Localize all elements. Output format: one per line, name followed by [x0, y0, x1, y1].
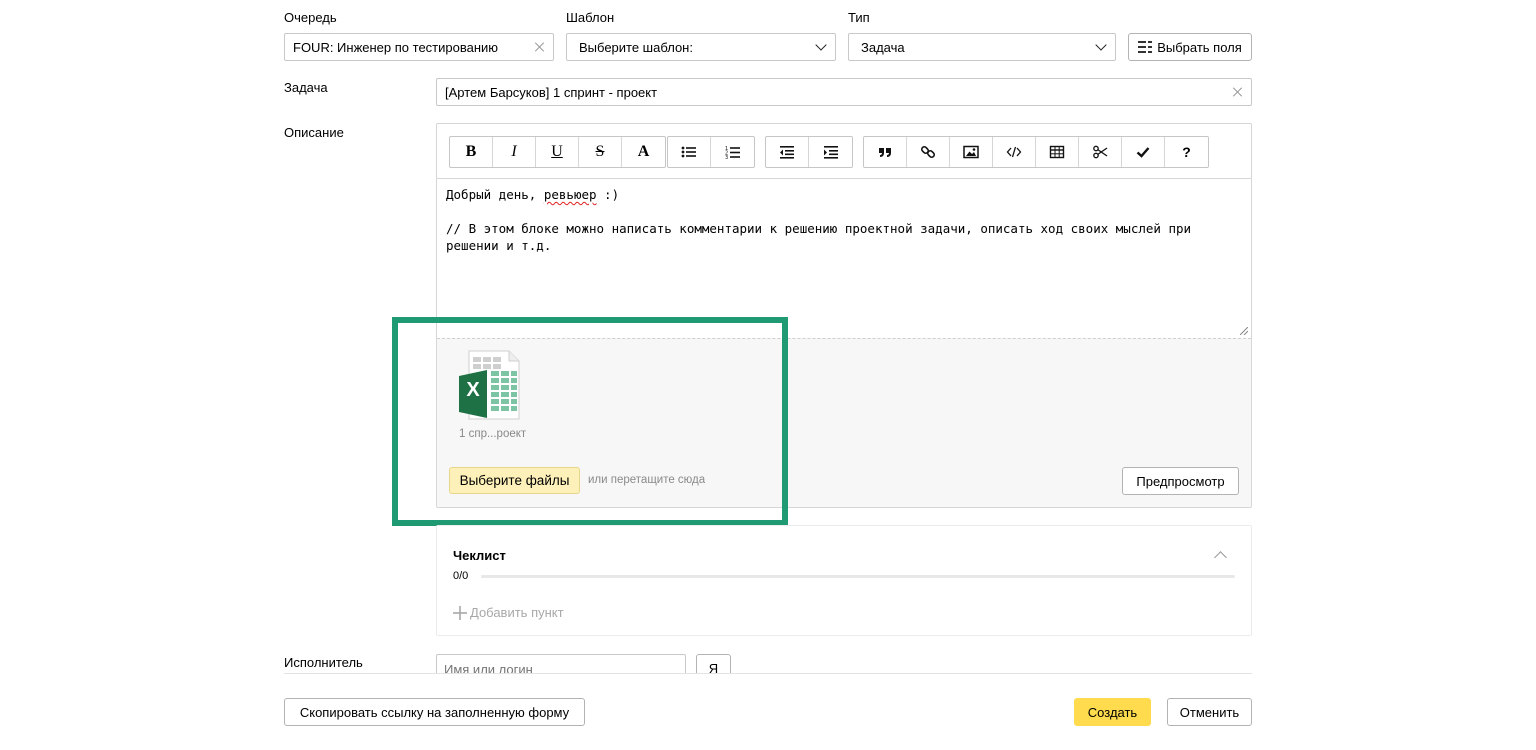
description-textarea[interactable]: Добрый день, ревьюер :) // В этом блоке … [437, 178, 1251, 338]
numbered-list-button[interactable]: 1 2 3 [711, 137, 754, 167]
close-icon[interactable] [1233, 87, 1243, 97]
scissors-icon [1093, 145, 1108, 159]
checklist-progress-bar [481, 575, 1235, 578]
table-button[interactable] [1036, 137, 1079, 167]
attachments-dropzone[interactable]: X 1 спр...роект Выберите файлы или перет… [437, 338, 1251, 507]
bold-button[interactable]: B [450, 137, 493, 167]
chevron-down-icon [1095, 39, 1107, 51]
checklist-panel: Чеклист 0/0 Добавить пункт [436, 525, 1252, 636]
list-numbers-icon: 1 2 3 [725, 146, 740, 160]
bullet-list-button[interactable] [668, 137, 711, 167]
drop-hint: или перетащите сюда [588, 474, 706, 486]
attachment-file-name[interactable]: 1 спр...роект [459, 428, 526, 440]
quote-button[interactable] [864, 137, 907, 167]
table-icon [1049, 145, 1065, 159]
checklist-progress-text: 0/0 [453, 570, 469, 582]
cancel-button[interactable]: Отменить [1167, 698, 1252, 726]
excel-letter: X [466, 379, 480, 401]
check-button[interactable] [1122, 137, 1165, 167]
add-checklist-item-label: Добавить пункт [470, 605, 564, 620]
italic-button[interactable]: I [493, 137, 536, 167]
strikethrough-button[interactable]: S [579, 137, 622, 167]
insert-toolbar-group: ? [863, 136, 1209, 168]
description-line1-start: Добрый день, [446, 187, 544, 202]
choose-fields-label: Выбрать поля [1157, 39, 1242, 55]
task-value: [Артем Барсуков] 1 спринт - проект [445, 84, 658, 100]
indent-toolbar-group [765, 136, 853, 168]
queue-label: Очередь [284, 10, 337, 25]
me-button-clip: Я [696, 654, 731, 674]
description-editor: B I U S A 1 2 3 ? Добрый день, ревьюер:… [436, 123, 1252, 508]
type-value: Задача [861, 39, 905, 55]
outdent-button[interactable] [766, 137, 809, 167]
close-icon[interactable] [535, 42, 545, 52]
svg-text:3: 3 [725, 155, 728, 160]
cut-button[interactable] [1079, 137, 1122, 167]
type-label: Тип [848, 10, 870, 25]
list-toolbar-group: 1 2 3 [667, 136, 755, 168]
template-label: Шаблон [566, 10, 615, 25]
choose-fields-button[interactable]: Выбрать поля [1128, 33, 1252, 61]
image-button[interactable] [950, 137, 993, 167]
help-button[interactable]: ? [1165, 137, 1208, 167]
description-misspelled-word: ревьюер [543, 187, 597, 202]
type-select[interactable]: Задача [848, 33, 1116, 61]
code-icon [1006, 146, 1022, 158]
resize-handle-icon[interactable] [1240, 327, 1248, 335]
indent-button[interactable] [809, 137, 852, 167]
assignee-input[interactable] [436, 654, 686, 674]
attachment-file[interactable]: X [457, 349, 527, 421]
image-icon [963, 145, 979, 159]
format-toolbar-group: B I U S A [449, 136, 666, 168]
plus-icon [453, 605, 467, 620]
template-select[interactable]: Выберите шаблон: [566, 33, 836, 61]
check-icon [1136, 147, 1150, 158]
queue-field[interactable]: FOUR: Инженер по тестированию [284, 33, 554, 61]
text-color-button[interactable]: A [622, 137, 665, 167]
task-label: Задача [284, 80, 328, 95]
description-line2: // В этом блоке можно написать комментар… [446, 221, 1192, 236]
outdent-icon [780, 146, 794, 159]
quote-icon [879, 148, 891, 157]
link-icon [920, 145, 936, 159]
indent-icon [823, 146, 838, 159]
chevron-down-icon [815, 39, 827, 51]
preview-button[interactable]: Предпросмотр [1122, 467, 1239, 495]
assignee-field-clip [436, 654, 686, 674]
description-label: Описание [284, 125, 344, 140]
code-button[interactable] [993, 137, 1036, 167]
description-line3: решении и т.д. [446, 238, 552, 253]
choose-files-button[interactable]: Выберите файлы [449, 467, 580, 494]
template-value: Выберите шаблон: [579, 39, 693, 55]
add-checklist-item-button[interactable]: Добавить пункт [453, 605, 564, 620]
assignee-label: Исполнитель [284, 655, 363, 670]
list-bullets-icon [681, 146, 696, 158]
task-input[interactable]: [Артем Барсуков] 1 спринт - проект [436, 78, 1252, 106]
create-button[interactable]: Создать [1074, 698, 1151, 726]
checklist-title: Чеклист [453, 548, 506, 563]
underline-button[interactable]: U [536, 137, 579, 167]
queue-value: FOUR: Инженер по тестированию [293, 39, 499, 55]
footer-divider [284, 673, 1252, 674]
fields-icon [1138, 41, 1153, 53]
chevron-up-icon[interactable] [1214, 551, 1227, 564]
description-line1-end: :) [596, 187, 620, 202]
assign-me-button[interactable]: Я [696, 654, 731, 674]
link-button[interactable] [907, 137, 950, 167]
copy-link-button[interactable]: Скопировать ссылку на заполненную форму [284, 698, 585, 726]
